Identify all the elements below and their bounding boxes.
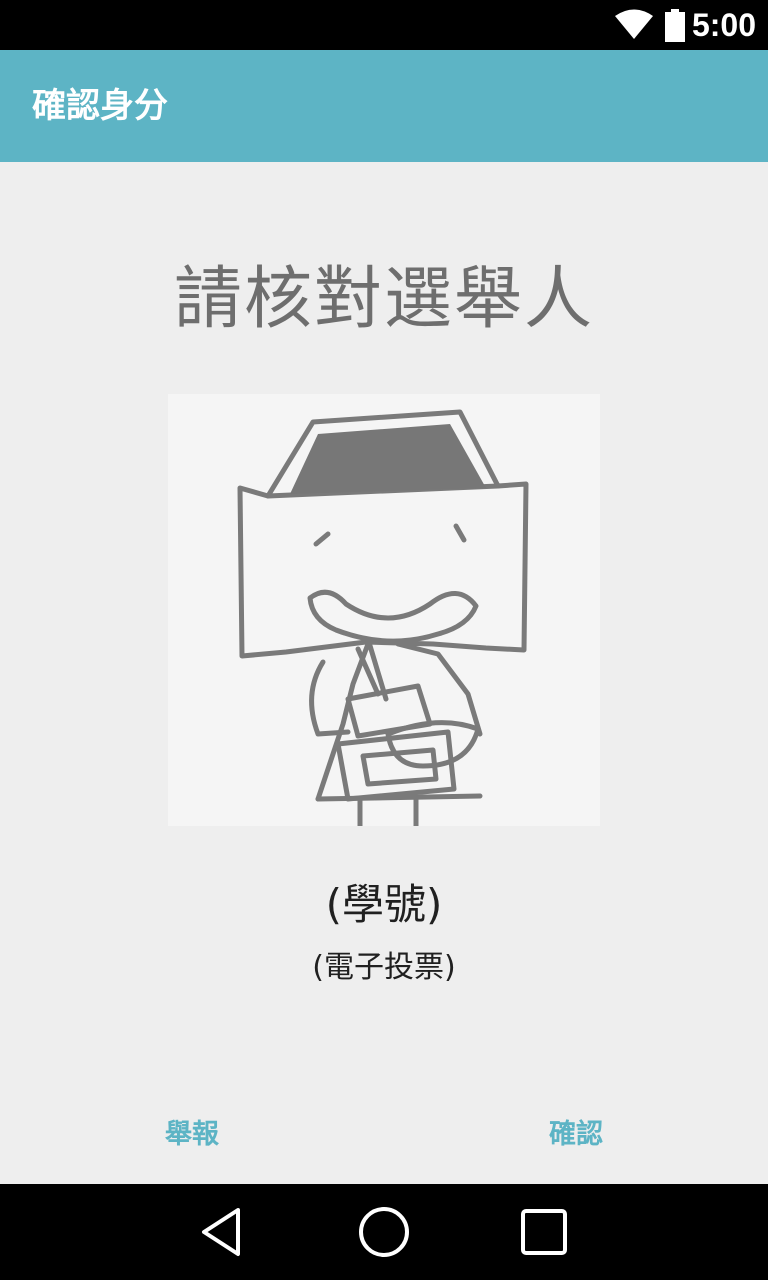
- confirm-button[interactable]: 確認: [496, 1110, 656, 1160]
- voter-id: (學號): [325, 880, 443, 929]
- back-icon[interactable]: [194, 1204, 252, 1262]
- report-button[interactable]: 舉報: [112, 1110, 272, 1160]
- verify-heading: 請核對選舉人: [173, 260, 594, 339]
- recent-apps-icon[interactable]: [515, 1204, 573, 1262]
- status-bar: 5:00: [0, 0, 768, 50]
- sketch-character-avatar: [237, 409, 529, 829]
- navigation-bar: [0, 1184, 768, 1280]
- status-time: 5:00: [691, 7, 756, 43]
- battery-icon: [664, 9, 686, 47]
- election-name: (電子投票): [312, 950, 456, 985]
- app-bar: 確認身分: [0, 50, 768, 162]
- home-icon[interactable]: [355, 1204, 413, 1262]
- page-title: 確認身分: [32, 86, 168, 126]
- main-content: 請核對選舉人 (學號) (電子投票) 舉報 確認: [0, 162, 768, 1184]
- voter-avatar: [168, 394, 600, 829]
- wifi-icon: [614, 9, 654, 45]
